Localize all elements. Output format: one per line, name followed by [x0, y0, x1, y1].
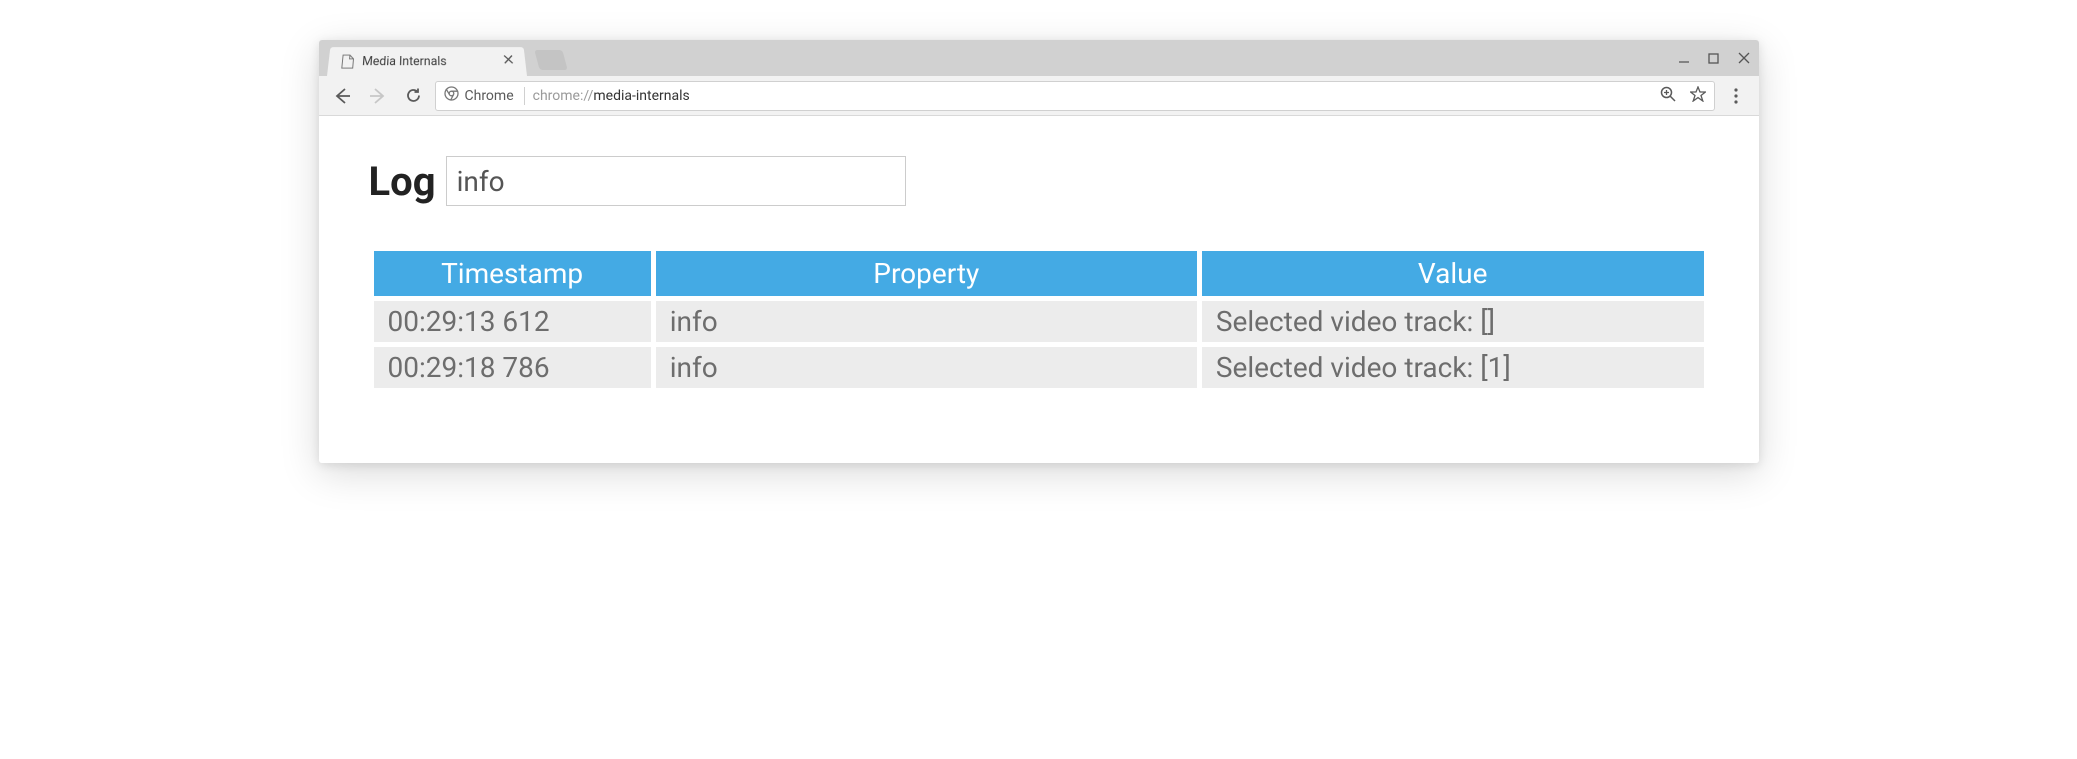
file-icon: [339, 55, 354, 68]
cell-timestamp: 00:29:18 786: [374, 347, 651, 388]
cell-value: Selected video track: [1]: [1202, 347, 1704, 388]
forward-button[interactable]: [363, 81, 393, 111]
cell-property: info: [656, 301, 1197, 342]
reload-button[interactable]: [399, 81, 429, 111]
minimize-icon[interactable]: [1677, 51, 1691, 65]
page-content: Log Timestamp Property Value 00:29:13 61…: [319, 116, 1759, 463]
window-close-icon[interactable]: [1737, 51, 1751, 65]
col-timestamp: Timestamp: [374, 251, 651, 296]
log-filter-input[interactable]: [446, 156, 906, 206]
url-text: chrome://media-internals: [533, 88, 690, 104]
cell-value: Selected video track: []: [1202, 301, 1704, 342]
back-button[interactable]: [327, 81, 357, 111]
cell-timestamp: 00:29:13 612: [374, 301, 651, 342]
browser-tab[interactable]: Media Internals: [327, 47, 527, 76]
log-table: Timestamp Property Value 00:29:13 612 in…: [369, 246, 1709, 393]
new-tab-button[interactable]: [534, 50, 567, 70]
window-controls: [1677, 40, 1751, 76]
log-header: Log: [369, 156, 1709, 206]
maximize-icon[interactable]: [1707, 51, 1721, 65]
bookmark-icon[interactable]: [1690, 86, 1706, 106]
page-title: Log: [369, 158, 436, 205]
table-row: 00:29:18 786 info Selected video track: …: [374, 347, 1704, 388]
address-bar[interactable]: Chrome chrome://media-internals: [435, 81, 1715, 111]
chrome-icon: [444, 86, 459, 105]
menu-button[interactable]: [1721, 81, 1751, 111]
zoom-icon[interactable]: [1660, 86, 1676, 106]
browser-toolbar: Chrome chrome://media-internals: [319, 76, 1759, 116]
url-scheme: chrome://: [533, 88, 594, 104]
url-path: media-internals: [593, 88, 689, 104]
site-chip: Chrome: [444, 87, 525, 105]
col-value: Value: [1202, 251, 1704, 296]
table-header-row: Timestamp Property Value: [374, 251, 1704, 296]
col-property: Property: [656, 251, 1197, 296]
tab-title: Media Internals: [361, 54, 446, 68]
table-row: 00:29:13 612 info Selected video track: …: [374, 301, 1704, 342]
site-label-text: Chrome: [465, 88, 514, 104]
tab-strip: Media Internals: [319, 40, 1759, 76]
cell-property: info: [656, 347, 1197, 388]
close-icon[interactable]: [501, 54, 516, 67]
browser-window: Media Internals: [319, 40, 1759, 463]
